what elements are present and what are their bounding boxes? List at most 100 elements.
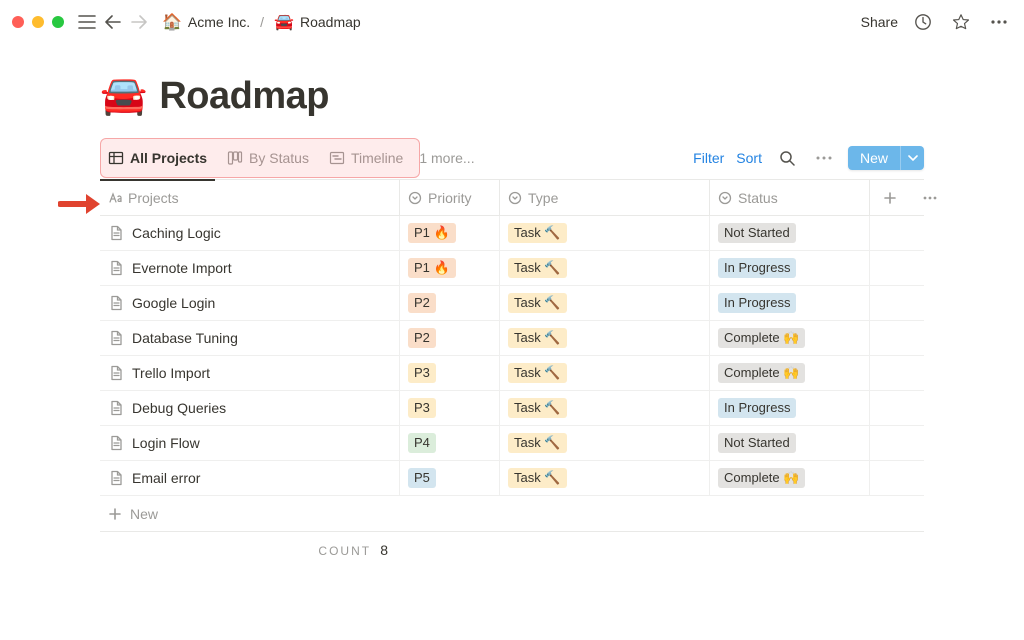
column-header-projects[interactable]: Projects [100, 180, 400, 215]
row-title: Evernote Import [132, 260, 232, 276]
more-views-button[interactable]: 1 more... [419, 150, 474, 166]
column-header-type[interactable]: Type [500, 180, 710, 215]
new-dropdown-button[interactable] [900, 146, 924, 170]
cell-type[interactable]: Task 🔨 [500, 216, 710, 250]
search-button[interactable] [774, 145, 800, 171]
cell-empty [870, 391, 950, 425]
cell-priority[interactable]: P2 [400, 286, 500, 320]
minimize-window-button[interactable] [32, 16, 44, 28]
car-icon: 🚘 [274, 12, 294, 32]
chevron-down-icon [908, 155, 918, 161]
plus-icon [108, 507, 122, 521]
page-title[interactable]: Roadmap [159, 75, 329, 118]
view-more-button[interactable] [812, 156, 836, 160]
page-icon [108, 295, 124, 311]
cell-status[interactable]: Complete 🙌 [710, 321, 870, 355]
cell-title[interactable]: Login Flow [100, 426, 400, 460]
breadcrumb-item-workspace[interactable]: 🏠 Acme Inc. [158, 10, 254, 34]
view-tab-by-status[interactable]: By Status [219, 138, 317, 178]
cell-status[interactable]: In Progress [710, 391, 870, 425]
view-tab-label: Timeline [351, 150, 403, 166]
breadcrumb-item-page[interactable]: 🚘 Roadmap [270, 10, 365, 34]
row-title: Login Flow [132, 435, 200, 451]
zoom-window-button[interactable] [52, 16, 64, 28]
type-tag: Task 🔨 [508, 223, 567, 243]
favorite-button[interactable] [948, 9, 974, 35]
cell-title[interactable]: Evernote Import [100, 251, 400, 285]
row-title: Trello Import [132, 365, 210, 381]
table-header-row: Projects Priority Type Status [100, 180, 924, 216]
cell-title[interactable]: Database Tuning [100, 321, 400, 355]
table-row: Database Tuning P2 Task 🔨 Complete 🙌 [100, 321, 924, 356]
cell-priority[interactable]: P5 [400, 461, 500, 495]
cell-status[interactable]: In Progress [710, 251, 870, 285]
priority-tag: P4 [408, 433, 436, 453]
close-window-button[interactable] [12, 16, 24, 28]
priority-tag: P2 [408, 293, 436, 313]
view-tab-all-projects[interactable]: All Projects [100, 138, 215, 178]
cell-title[interactable]: Trello Import [100, 356, 400, 390]
page-icon [108, 225, 124, 241]
plus-icon [883, 191, 897, 205]
cell-type[interactable]: Task 🔨 [500, 356, 710, 390]
new-button[interactable]: New [848, 146, 900, 170]
column-label: Type [528, 190, 558, 206]
priority-tag: P3 [408, 398, 436, 418]
cell-status[interactable]: Complete 🙌 [710, 356, 870, 390]
sort-button[interactable]: Sort [736, 150, 762, 166]
topbar-right: Share [861, 9, 1012, 35]
cell-type[interactable]: Task 🔨 [500, 426, 710, 460]
share-button[interactable]: Share [861, 14, 898, 30]
cell-priority[interactable]: P3 [400, 356, 500, 390]
sidebar-toggle-button[interactable] [74, 9, 100, 35]
type-tag: Task 🔨 [508, 468, 567, 488]
new-row-label: New [130, 506, 158, 522]
status-tag: Complete 🙌 [718, 328, 805, 348]
cell-status[interactable]: Not Started [710, 426, 870, 460]
cell-status[interactable]: Not Started [710, 216, 870, 250]
updates-button[interactable] [910, 9, 936, 35]
select-property-icon [508, 191, 522, 205]
cell-priority[interactable]: P3 [400, 391, 500, 425]
views-bar: All Projects By Status Timeline 1 more..… [100, 136, 924, 180]
view-tab-timeline[interactable]: Timeline [321, 138, 411, 178]
cell-title[interactable]: Debug Queries [100, 391, 400, 425]
nav-forward-button[interactable] [126, 9, 152, 35]
add-column-button[interactable] [870, 180, 910, 215]
nav-back-button[interactable] [100, 9, 126, 35]
cell-status[interactable]: In Progress [710, 286, 870, 320]
cell-type[interactable]: Task 🔨 [500, 251, 710, 285]
filter-button[interactable]: Filter [693, 150, 724, 166]
timeline-icon [329, 150, 345, 166]
page-emoji-icon[interactable]: 🚘 [100, 74, 147, 118]
priority-tag: P2 [408, 328, 436, 348]
views-actions: Filter Sort New [693, 145, 924, 171]
new-row-button[interactable]: New [100, 496, 924, 532]
status-tag: In Progress [718, 293, 796, 313]
table-footer: COUNT 8 [100, 532, 924, 568]
cell-title[interactable]: Google Login [100, 286, 400, 320]
cell-type[interactable]: Task 🔨 [500, 391, 710, 425]
cell-priority[interactable]: P1 🔥 [400, 216, 500, 250]
count-aggregate[interactable]: COUNT 8 [100, 542, 400, 558]
columns-more-button[interactable] [910, 180, 950, 215]
page-icon [108, 365, 124, 381]
cell-type[interactable]: Task 🔨 [500, 461, 710, 495]
cell-priority[interactable]: P2 [400, 321, 500, 355]
cell-status[interactable]: Complete 🙌 [710, 461, 870, 495]
page-more-button[interactable] [986, 9, 1012, 35]
row-title: Google Login [132, 295, 215, 311]
table-row: Trello Import P3 Task 🔨 Complete 🙌 [100, 356, 924, 391]
cell-title[interactable]: Email error [100, 461, 400, 495]
column-header-status[interactable]: Status [710, 180, 870, 215]
status-tag: Not Started [718, 223, 796, 243]
cell-empty [870, 216, 950, 250]
cell-priority[interactable]: P4 [400, 426, 500, 460]
cell-type[interactable]: Task 🔨 [500, 286, 710, 320]
cell-type[interactable]: Task 🔨 [500, 321, 710, 355]
page-icon [108, 435, 124, 451]
cell-priority[interactable]: P1 🔥 [400, 251, 500, 285]
cell-title[interactable]: Caching Logic [100, 216, 400, 250]
column-header-priority[interactable]: Priority [400, 180, 500, 215]
breadcrumb-separator: / [260, 14, 264, 30]
